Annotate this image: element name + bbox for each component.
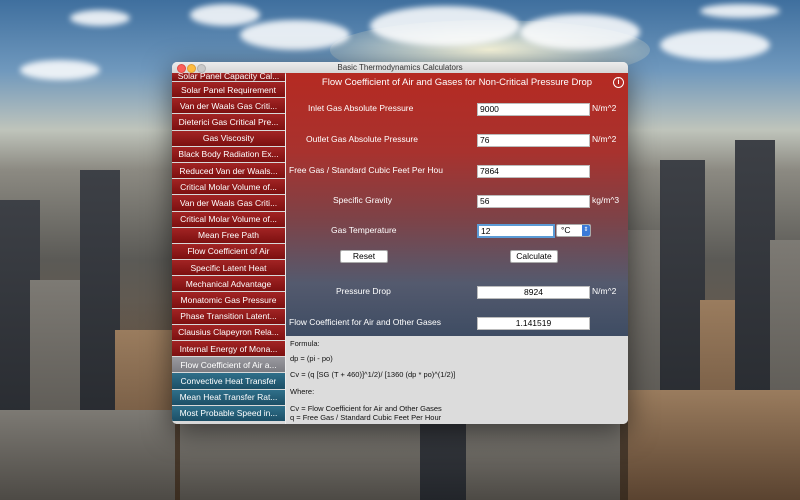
sidebar-item-van-der-waals-critical[interactable]: Van der Waals Gas Criti...	[172, 98, 285, 114]
sidebar-item-dieterici-gas-critical[interactable]: Dieterici Gas Critical Pre...	[172, 114, 285, 130]
sidebar-item-label: Solar Panel Capacity Cal...	[177, 73, 280, 81]
sidebar-item-label: Convective Heat Transfer	[180, 375, 277, 386]
sidebar-item-label: Flow Coefficient of Air a...	[180, 359, 277, 370]
cloud	[700, 4, 780, 18]
gas-temperature-label: Gas Temperature	[331, 225, 397, 235]
sidebar-item-label: Mean Free Path	[198, 230, 259, 241]
pressure-drop-unit: N/m^2	[592, 286, 617, 296]
building	[628, 390, 800, 500]
calculator-list[interactable]: Solar Panel Capacity Cal... Solar Panel …	[172, 73, 285, 424]
cloud	[370, 6, 520, 46]
free-gas-label: Free Gas / Standard Cubic Feet Per Hou	[289, 165, 444, 175]
reset-button[interactable]: Reset	[340, 250, 388, 263]
formula-line: Cv = Flow Coefficient for Air and Other …	[290, 404, 442, 413]
chevron-updown-icon: ⇕	[582, 225, 590, 236]
sidebar-item-phase-transition-latent[interactable]: Phase Transition Latent...	[172, 308, 285, 324]
sidebar-item-critical-molar-volume-2[interactable]: Critical Molar Volume of...	[172, 211, 285, 227]
sidebar-item-label: Monatomic Gas Pressure	[180, 295, 277, 306]
sidebar-item-label: Most Probable Speed in...	[179, 408, 278, 419]
sidebar-item-label: Phase Transition Latent...	[180, 311, 277, 322]
cloud	[70, 10, 130, 26]
specific-gravity-label: Specific Gravity	[333, 195, 393, 205]
sidebar-item-solar-panel-requirement[interactable]: Solar Panel Requirement	[172, 82, 285, 98]
sidebar-item-label: Solar Panel Requirement	[181, 84, 276, 95]
sidebar-item-label: Critical Molar Volume of...	[180, 214, 277, 225]
sidebar-item-mean-free-path[interactable]: Mean Free Path	[172, 227, 285, 243]
sidebar-item-clausius-clapeyron[interactable]: Clausius Clapeyron Rela...	[172, 324, 285, 340]
sidebar-item-mean-heat-transfer-rate[interactable]: Mean Heat Transfer Rat...	[172, 389, 285, 405]
inlet-pressure-label: Inlet Gas Absolute Pressure	[308, 103, 414, 113]
sidebar-item-label: Van der Waals Gas Criti...	[179, 100, 278, 111]
sidebar-item-label: Critical Molar Volume of...	[180, 181, 277, 192]
free-gas-input[interactable]: 7864	[477, 165, 590, 178]
sidebar-item-label: Black Body Radiation Ex...	[178, 149, 279, 160]
formula-heading: Formula:	[290, 339, 320, 348]
formula-where: Where:	[290, 387, 315, 396]
sidebar-item-black-body-radiation[interactable]: Black Body Radiation Ex...	[172, 146, 285, 162]
pressure-drop-label: Pressure Drop	[336, 286, 391, 296]
sidebar-item-label: Clausius Clapeyron Rela...	[178, 327, 279, 338]
inlet-pressure-input[interactable]: 9000	[477, 103, 590, 116]
cloud	[660, 30, 770, 60]
sidebar-item-gas-viscosity[interactable]: Gas Viscosity	[172, 130, 285, 146]
sidebar-item-critical-molar-volume[interactable]: Critical Molar Volume of...	[172, 179, 285, 195]
sidebar-item-label: Mean Heat Transfer Rat...	[179, 392, 278, 403]
sidebar-item-solar-panel-capacity[interactable]: Solar Panel Capacity Cal...	[172, 73, 285, 81]
temperature-unit-select[interactable]: °C ⇕	[556, 224, 591, 237]
building	[0, 410, 175, 500]
sidebar-item-label: Gas Viscosity	[202, 133, 255, 144]
sidebar-item-label: Internal Energy of Mona...	[179, 343, 278, 354]
building	[180, 424, 620, 500]
flow-coefficient-output: 1.141519	[477, 317, 590, 330]
info-icon[interactable]: i	[613, 77, 624, 88]
formula-line: dp = (pi - po)	[290, 354, 333, 363]
window-title: Basic Thermodynamics Calculators	[337, 63, 463, 72]
outlet-pressure-input[interactable]: 76	[477, 134, 590, 147]
formula-line: q = Free Gas / Standard Cubic Feet Per H…	[290, 413, 442, 422]
outlet-pressure-unit: N/m^2	[592, 134, 617, 144]
sidebar-item-flow-coefficient-air[interactable]: Flow Coefficient of Air	[172, 243, 285, 260]
specific-gravity-unit: kg/m^3	[592, 195, 620, 205]
cloud	[190, 4, 260, 26]
formula-panel: Formula: dp = (pi - po) Cv = (q [SG (T +…	[286, 336, 628, 424]
outlet-pressure-label: Outlet Gas Absolute Pressure	[306, 134, 418, 144]
sidebar-item-label: Van der Waals Gas Criti...	[179, 197, 278, 208]
sidebar-item-mechanical-advantage[interactable]: Mechanical Advantage	[172, 276, 285, 292]
sidebar-item-reduced-van-der-waals[interactable]: Reduced Van der Waals...	[172, 162, 285, 179]
sidebar-item-specific-latent-heat[interactable]: Specific Latent Heat	[172, 260, 285, 276]
calculate-button[interactable]: Calculate	[510, 250, 558, 263]
sidebar-item-label: Reduced Van der Waals...	[179, 165, 278, 176]
sidebar-item-convective-heat-transfer[interactable]: Convective Heat Transfer	[172, 373, 285, 389]
sidebar-item-internal-energy-monatomic[interactable]: Internal Energy of Mona...	[172, 341, 285, 357]
calculator-title: Flow Coefficient of Air and Gases for No…	[321, 77, 593, 88]
calculator-panel: Flow Coefficient of Air and Gases for No…	[286, 73, 628, 336]
flow-coefficient-label: Flow Coefficient for Air and Other Gases	[289, 317, 441, 327]
sidebar-item-van-der-waals-critical-2[interactable]: Van der Waals Gas Criti...	[172, 195, 285, 211]
cloud	[20, 60, 100, 80]
cloud	[240, 20, 350, 50]
sidebar-item-label: Specific Latent Heat	[190, 262, 267, 273]
temperature-unit-value: °C	[561, 225, 571, 235]
specific-gravity-input[interactable]: 56	[477, 195, 590, 208]
sidebar-item-monatomic-gas-pressure[interactable]: Monatomic Gas Pressure	[172, 292, 285, 308]
sidebar-item-label: Mechanical Advantage	[185, 278, 272, 289]
sidebar-item-flow-coefficient-air-gases[interactable]: Flow Coefficient of Air a...	[172, 357, 285, 373]
inlet-pressure-unit: N/m^2	[592, 103, 617, 113]
formula-line: Cv = (q [SG (T + 460)]^1/2)/ [1360 (dp *…	[290, 370, 456, 379]
app-window: Basic Thermodynamics Calculators Solar P…	[172, 62, 628, 424]
cloud	[520, 14, 640, 50]
sidebar-item-most-probable-speed[interactable]: Most Probable Speed in...	[172, 405, 285, 421]
gas-temperature-input[interactable]: 12	[477, 224, 555, 238]
sidebar-item-label: Dieterici Gas Critical Pre...	[178, 116, 279, 127]
pressure-drop-output: 8924	[477, 286, 590, 299]
sidebar-item-label: Flow Coefficient of Air	[187, 246, 270, 257]
